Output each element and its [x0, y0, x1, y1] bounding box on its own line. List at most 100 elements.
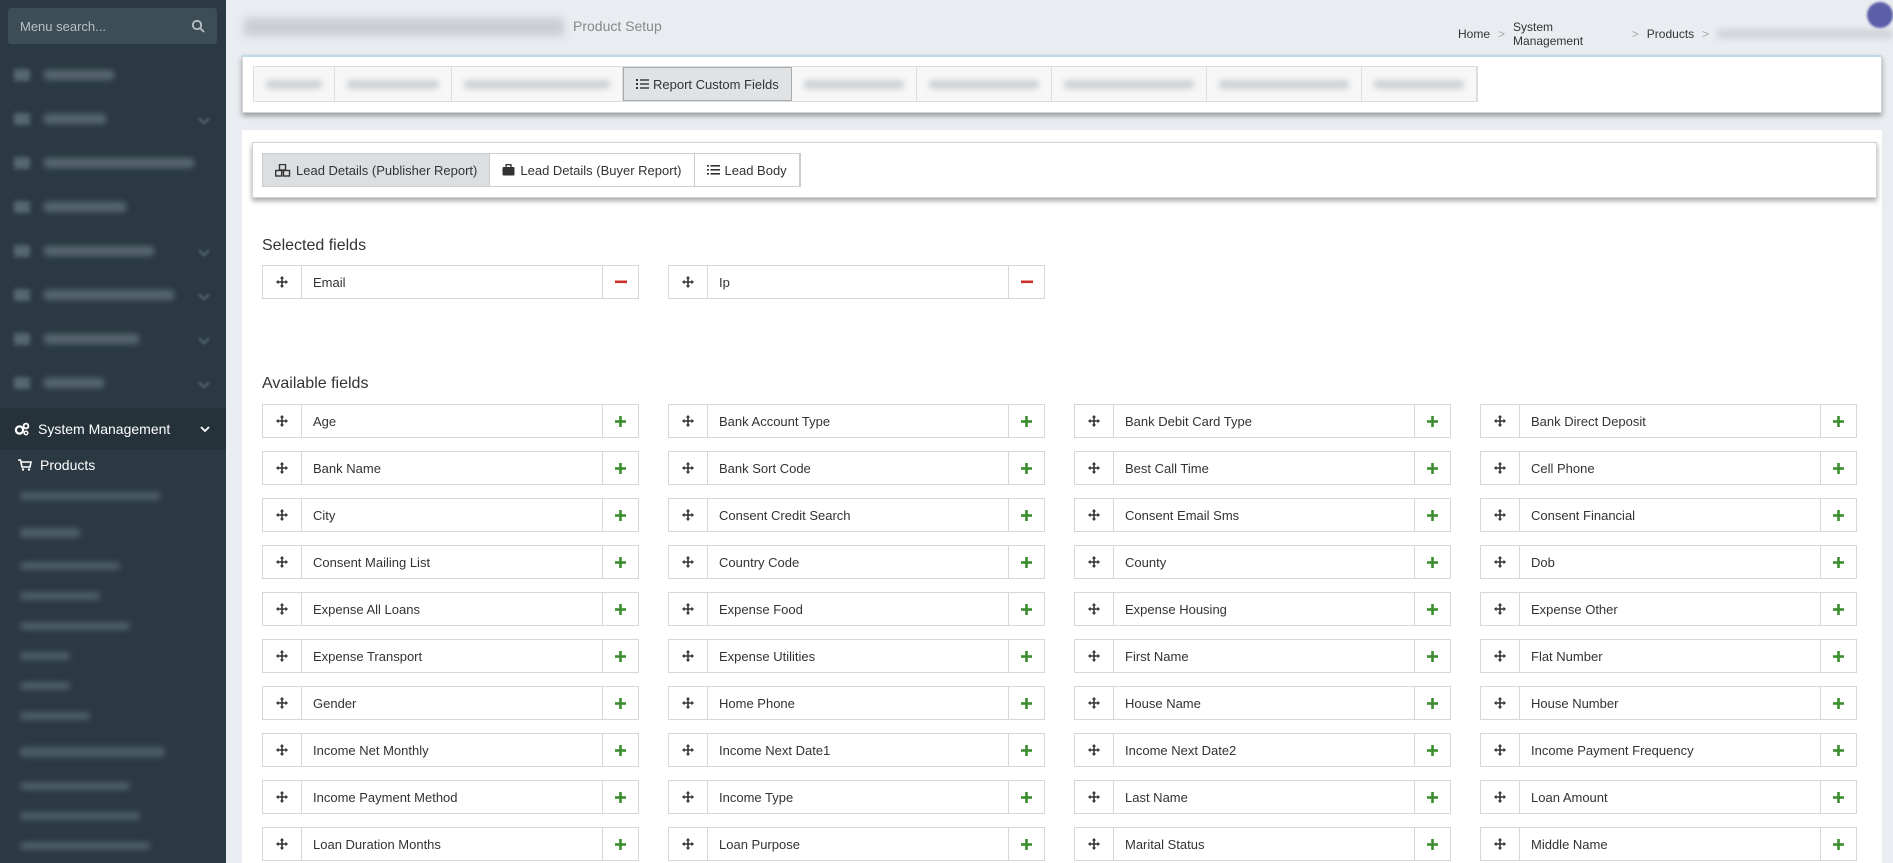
sidebar-subitem-blurred[interactable] — [20, 747, 165, 757]
sidebar-item-blurred[interactable] — [0, 229, 226, 273]
tab-lead-body[interactable]: Lead Body — [694, 154, 800, 186]
drag-handle-icon[interactable] — [1075, 452, 1114, 484]
drag-handle-icon[interactable] — [1075, 734, 1114, 766]
drag-handle-icon[interactable] — [1481, 452, 1520, 484]
sidebar-subitem-blurred[interactable] — [20, 842, 150, 850]
add-field-button[interactable] — [602, 405, 638, 437]
breadcrumb-products[interactable]: Products — [1647, 27, 1694, 41]
drag-handle-icon[interactable] — [263, 781, 302, 813]
drag-handle-icon[interactable] — [669, 266, 708, 298]
sidebar-subitem-blurred[interactable] — [20, 782, 130, 790]
drag-handle-icon[interactable] — [263, 734, 302, 766]
sidebar-subitem-blurred[interactable] — [20, 528, 80, 538]
add-field-button[interactable] — [602, 640, 638, 672]
drag-handle-icon[interactable] — [1075, 687, 1114, 719]
sidebar-subitem-blurred[interactable] — [20, 592, 100, 600]
tab-blurred[interactable] — [452, 67, 623, 101]
drag-handle-icon[interactable] — [669, 452, 708, 484]
add-field-button[interactable] — [1414, 405, 1450, 437]
add-field-button[interactable] — [602, 546, 638, 578]
sidebar-item-blurred[interactable] — [0, 141, 226, 185]
drag-handle-icon[interactable] — [263, 266, 302, 298]
drag-handle-icon[interactable] — [263, 593, 302, 625]
sidebar-item-products[interactable]: Products — [0, 452, 226, 478]
add-field-button[interactable] — [1820, 828, 1856, 860]
drag-handle-icon[interactable] — [263, 687, 302, 719]
breadcrumb-system-management[interactable]: System Management — [1513, 20, 1624, 48]
add-field-button[interactable] — [1008, 499, 1044, 531]
add-field-button[interactable] — [1008, 687, 1044, 719]
drag-handle-icon[interactable] — [1481, 828, 1520, 860]
avatar[interactable] — [1867, 2, 1893, 28]
add-field-button[interactable] — [1008, 828, 1044, 860]
add-field-button[interactable] — [1820, 499, 1856, 531]
sidebar-item-blurred[interactable] — [0, 361, 226, 405]
sidebar-subitem-blurred[interactable] — [20, 622, 130, 630]
drag-handle-icon[interactable] — [263, 452, 302, 484]
sidebar-item-blurred[interactable] — [0, 185, 226, 229]
add-field-button[interactable] — [602, 828, 638, 860]
drag-handle-icon[interactable] — [669, 640, 708, 672]
drag-handle-icon[interactable] — [669, 499, 708, 531]
drag-handle-icon[interactable] — [263, 499, 302, 531]
add-field-button[interactable] — [1820, 405, 1856, 437]
drag-handle-icon[interactable] — [1481, 405, 1520, 437]
drag-handle-icon[interactable] — [263, 405, 302, 437]
sidebar-item-system-management[interactable]: System Management — [0, 408, 226, 450]
drag-handle-icon[interactable] — [263, 546, 302, 578]
drag-handle-icon[interactable] — [1481, 781, 1520, 813]
drag-handle-icon[interactable] — [263, 640, 302, 672]
add-field-button[interactable] — [1820, 593, 1856, 625]
remove-field-button[interactable] — [1008, 266, 1044, 298]
add-field-button[interactable] — [602, 499, 638, 531]
tab-blurred[interactable] — [254, 67, 335, 101]
add-field-button[interactable] — [602, 734, 638, 766]
tab-lead-details-buyer[interactable]: Lead Details (Buyer Report) — [490, 154, 695, 186]
tab-blurred[interactable] — [792, 67, 917, 101]
drag-handle-icon[interactable] — [669, 828, 708, 860]
add-field-button[interactable] — [1414, 734, 1450, 766]
add-field-button[interactable] — [1414, 452, 1450, 484]
breadcrumb-home[interactable]: Home — [1458, 27, 1490, 41]
drag-handle-icon[interactable] — [669, 405, 708, 437]
sidebar-subitem-blurred[interactable] — [20, 652, 70, 660]
add-field-button[interactable] — [1414, 593, 1450, 625]
sidebar-subitem-blurred[interactable] — [20, 562, 120, 570]
add-field-button[interactable] — [602, 593, 638, 625]
add-field-button[interactable] — [1414, 546, 1450, 578]
add-field-button[interactable] — [1820, 640, 1856, 672]
add-field-button[interactable] — [602, 781, 638, 813]
drag-handle-icon[interactable] — [1075, 781, 1114, 813]
tab-blurred[interactable] — [1362, 67, 1477, 101]
drag-handle-icon[interactable] — [1481, 640, 1520, 672]
sidebar-subitem-blurred[interactable] — [20, 812, 140, 820]
sidebar-item-blurred[interactable] — [0, 53, 226, 97]
add-field-button[interactable] — [1414, 781, 1450, 813]
add-field-button[interactable] — [1414, 640, 1450, 672]
drag-handle-icon[interactable] — [669, 546, 708, 578]
sidebar-subitem-blurred[interactable] — [20, 682, 70, 690]
drag-handle-icon[interactable] — [1481, 546, 1520, 578]
add-field-button[interactable] — [1008, 593, 1044, 625]
drag-handle-icon[interactable] — [1075, 546, 1114, 578]
add-field-button[interactable] — [1414, 499, 1450, 531]
drag-handle-icon[interactable] — [1481, 593, 1520, 625]
add-field-button[interactable] — [1008, 405, 1044, 437]
drag-handle-icon[interactable] — [1481, 687, 1520, 719]
add-field-button[interactable] — [1414, 687, 1450, 719]
search-icon[interactable] — [191, 19, 205, 33]
drag-handle-icon[interactable] — [1481, 499, 1520, 531]
tab-report-custom-fields[interactable]: Report Custom Fields — [623, 67, 792, 101]
add-field-button[interactable] — [1820, 546, 1856, 578]
add-field-button[interactable] — [602, 687, 638, 719]
tab-blurred[interactable] — [917, 67, 1052, 101]
tab-lead-details-publisher[interactable]: Lead Details (Publisher Report) — [263, 154, 491, 186]
add-field-button[interactable] — [1008, 640, 1044, 672]
sidebar-subitem-blurred[interactable] — [20, 492, 160, 500]
menu-search-input[interactable]: Menu search... — [8, 8, 217, 44]
sidebar-item-blurred[interactable] — [0, 317, 226, 361]
drag-handle-icon[interactable] — [669, 593, 708, 625]
add-field-button[interactable] — [1820, 452, 1856, 484]
drag-handle-icon[interactable] — [1075, 593, 1114, 625]
add-field-button[interactable] — [602, 452, 638, 484]
